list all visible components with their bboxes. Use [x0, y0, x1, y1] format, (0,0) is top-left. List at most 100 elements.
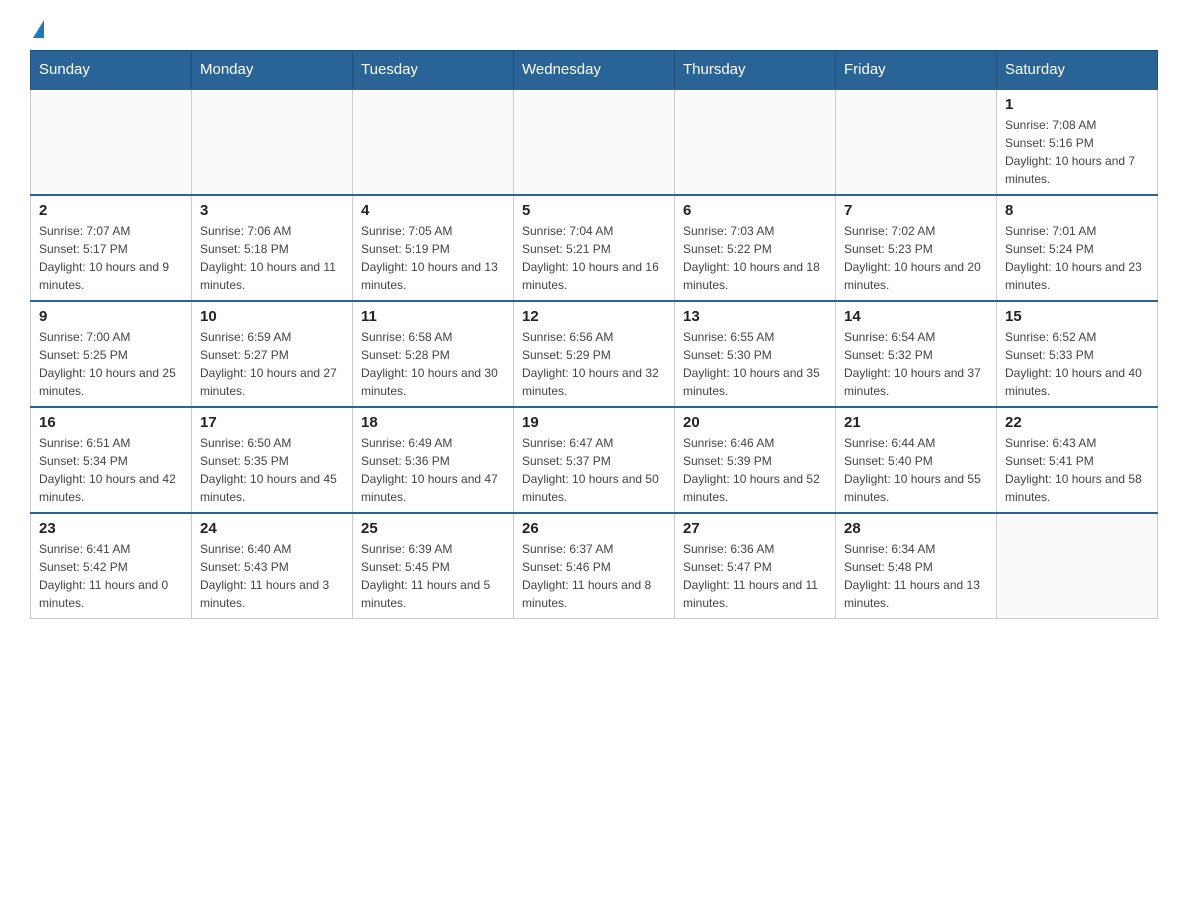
day-number: 17	[200, 414, 344, 431]
calendar-cell: 1Sunrise: 7:08 AMSunset: 5:16 PMDaylight…	[997, 89, 1158, 195]
day-info: Sunrise: 6:58 AMSunset: 5:28 PMDaylight:…	[361, 328, 505, 400]
calendar-cell: 26Sunrise: 6:37 AMSunset: 5:46 PMDayligh…	[514, 513, 675, 619]
day-info: Sunrise: 7:00 AMSunset: 5:25 PMDaylight:…	[39, 328, 183, 400]
calendar-cell: 8 Sunrise: 7:01 AMSunset: 5:24 PMDaylight…	[997, 195, 1158, 301]
day-info: Sunrise: 6:56 AMSunset: 5:29 PMDaylight:…	[522, 328, 666, 400]
day-number: 28	[844, 520, 988, 537]
day-number: 15	[1005, 308, 1149, 325]
logo-triangle-icon	[33, 20, 44, 38]
calendar-cell	[353, 89, 514, 195]
day-number: 8	[1005, 202, 1149, 219]
calendar-cell: 9 Sunrise: 7:00 AMSunset: 5:25 PMDaylight…	[31, 301, 192, 407]
day-header-thursday: Thursday	[675, 51, 836, 90]
calendar-cell: 13 Sunrise: 6:55 AMSunset: 5:30 PMDayligh…	[675, 301, 836, 407]
calendar-cell: 19 Sunrise: 6:47 AMSunset: 5:37 PMDayligh…	[514, 407, 675, 513]
day-number: 11	[361, 308, 505, 325]
calendar-cell	[836, 89, 997, 195]
calendar-cell: 3Sunrise: 7:06 AMSunset: 5:18 PMDaylight…	[192, 195, 353, 301]
day-number: 26	[522, 520, 666, 537]
day-number: 13	[683, 308, 827, 325]
day-info: Sunrise: 6:47 AMSunset: 5:37 PMDaylight:…	[522, 434, 666, 506]
day-header-tuesday: Tuesday	[353, 51, 514, 90]
day-info: Sunrise: 6:39 AMSunset: 5:45 PMDaylight:…	[361, 540, 505, 612]
day-number: 3	[200, 202, 344, 219]
calendar-cell: 6 Sunrise: 7:03 AMSunset: 5:22 PMDaylight…	[675, 195, 836, 301]
calendar-cell	[192, 89, 353, 195]
calendar-cell: 2 Sunrise: 7:07 AMSunset: 5:17 PMDaylight…	[31, 195, 192, 301]
calendar-cell: 22 Sunrise: 6:43 AMSunset: 5:41 PMDayligh…	[997, 407, 1158, 513]
day-number: 10	[200, 308, 344, 325]
day-info: Sunrise: 7:03 AMSunset: 5:22 PMDaylight:…	[683, 222, 827, 294]
day-info: Sunrise: 7:08 AMSunset: 5:16 PMDaylight:…	[1005, 116, 1149, 188]
day-info: Sunrise: 7:05 AMSunset: 5:19 PMDaylight:…	[361, 222, 505, 294]
day-number: 20	[683, 414, 827, 431]
calendar-cell: 12 Sunrise: 6:56 AMSunset: 5:29 PMDayligh…	[514, 301, 675, 407]
calendar-cell	[514, 89, 675, 195]
day-number: 19	[522, 414, 666, 431]
calendar-cell: 10Sunrise: 6:59 AMSunset: 5:27 PMDayligh…	[192, 301, 353, 407]
week-row-2: 2 Sunrise: 7:07 AMSunset: 5:17 PMDaylight…	[31, 195, 1158, 301]
calendar-cell: 7 Sunrise: 7:02 AMSunset: 5:23 PMDaylight…	[836, 195, 997, 301]
page-header	[30, 20, 1158, 40]
calendar-cell: 25 Sunrise: 6:39 AMSunset: 5:45 PMDayligh…	[353, 513, 514, 619]
day-info: Sunrise: 6:40 AMSunset: 5:43 PMDaylight:…	[200, 540, 344, 612]
calendar-table: SundayMondayTuesdayWednesdayThursdayFrid…	[30, 50, 1158, 619]
calendar-cell: 17 Sunrise: 6:50 AMSunset: 5:35 PMDayligh…	[192, 407, 353, 513]
day-info: Sunrise: 6:43 AMSunset: 5:41 PMDaylight:…	[1005, 434, 1149, 506]
day-number: 22	[1005, 414, 1149, 431]
calendar-header-row: SundayMondayTuesdayWednesdayThursdayFrid…	[31, 51, 1158, 90]
day-info: Sunrise: 6:51 AMSunset: 5:34 PMDaylight:…	[39, 434, 183, 506]
week-row-5: 23 Sunrise: 6:41 AMSunset: 5:42 PMDayligh…	[31, 513, 1158, 619]
logo	[30, 20, 44, 40]
day-number: 27	[683, 520, 827, 537]
day-info: Sunrise: 6:34 AMSunset: 5:48 PMDaylight:…	[844, 540, 988, 612]
day-info: Sunrise: 6:36 AMSunset: 5:47 PMDaylight:…	[683, 540, 827, 612]
day-info: Sunrise: 7:07 AMSunset: 5:17 PMDaylight:…	[39, 222, 183, 294]
day-info: Sunrise: 6:50 AMSunset: 5:35 PMDaylight:…	[200, 434, 344, 506]
day-number: 9	[39, 308, 183, 325]
calendar-cell	[997, 513, 1158, 619]
day-info: Sunrise: 6:52 AMSunset: 5:33 PMDaylight:…	[1005, 328, 1149, 400]
day-info: Sunrise: 6:41 AMSunset: 5:42 PMDaylight:…	[39, 540, 183, 612]
day-number: 7	[844, 202, 988, 219]
day-number: 6	[683, 202, 827, 219]
day-header-sunday: Sunday	[31, 51, 192, 90]
day-number: 14	[844, 308, 988, 325]
day-number: 16	[39, 414, 183, 431]
day-number: 5	[522, 202, 666, 219]
week-row-3: 9 Sunrise: 7:00 AMSunset: 5:25 PMDaylight…	[31, 301, 1158, 407]
calendar-cell: 4 Sunrise: 7:05 AMSunset: 5:19 PMDaylight…	[353, 195, 514, 301]
day-number: 21	[844, 414, 988, 431]
day-number: 2	[39, 202, 183, 219]
calendar-cell	[675, 89, 836, 195]
day-info: Sunrise: 6:49 AMSunset: 5:36 PMDaylight:…	[361, 434, 505, 506]
day-header-friday: Friday	[836, 51, 997, 90]
day-number: 4	[361, 202, 505, 219]
calendar-cell: 23 Sunrise: 6:41 AMSunset: 5:42 PMDayligh…	[31, 513, 192, 619]
day-info: Sunrise: 6:44 AMSunset: 5:40 PMDaylight:…	[844, 434, 988, 506]
day-info: Sunrise: 7:02 AMSunset: 5:23 PMDaylight:…	[844, 222, 988, 294]
calendar-cell: 20 Sunrise: 6:46 AMSunset: 5:39 PMDayligh…	[675, 407, 836, 513]
calendar-cell: 16 Sunrise: 6:51 AMSunset: 5:34 PMDayligh…	[31, 407, 192, 513]
calendar-cell: 14Sunrise: 6:54 AMSunset: 5:32 PMDayligh…	[836, 301, 997, 407]
day-info: Sunrise: 6:55 AMSunset: 5:30 PMDaylight:…	[683, 328, 827, 400]
calendar-cell: 11 Sunrise: 6:58 AMSunset: 5:28 PMDayligh…	[353, 301, 514, 407]
calendar-cell: 24 Sunrise: 6:40 AMSunset: 5:43 PMDayligh…	[192, 513, 353, 619]
calendar-cell: 27 Sunrise: 6:36 AMSunset: 5:47 PMDayligh…	[675, 513, 836, 619]
day-header-monday: Monday	[192, 51, 353, 90]
day-info: Sunrise: 6:46 AMSunset: 5:39 PMDaylight:…	[683, 434, 827, 506]
day-number: 25	[361, 520, 505, 537]
day-header-saturday: Saturday	[997, 51, 1158, 90]
calendar-cell: 18Sunrise: 6:49 AMSunset: 5:36 PMDayligh…	[353, 407, 514, 513]
day-number: 12	[522, 308, 666, 325]
day-number: 24	[200, 520, 344, 537]
day-info: Sunrise: 7:04 AMSunset: 5:21 PMDaylight:…	[522, 222, 666, 294]
day-header-wednesday: Wednesday	[514, 51, 675, 90]
day-number: 23	[39, 520, 183, 537]
day-info: Sunrise: 7:01 AMSunset: 5:24 PMDaylight:…	[1005, 222, 1149, 294]
week-row-4: 16 Sunrise: 6:51 AMSunset: 5:34 PMDayligh…	[31, 407, 1158, 513]
calendar-cell: 21 Sunrise: 6:44 AMSunset: 5:40 PMDayligh…	[836, 407, 997, 513]
calendar-cell	[31, 89, 192, 195]
week-row-1: 1Sunrise: 7:08 AMSunset: 5:16 PMDaylight…	[31, 89, 1158, 195]
calendar-cell: 5 Sunrise: 7:04 AMSunset: 5:21 PMDaylight…	[514, 195, 675, 301]
